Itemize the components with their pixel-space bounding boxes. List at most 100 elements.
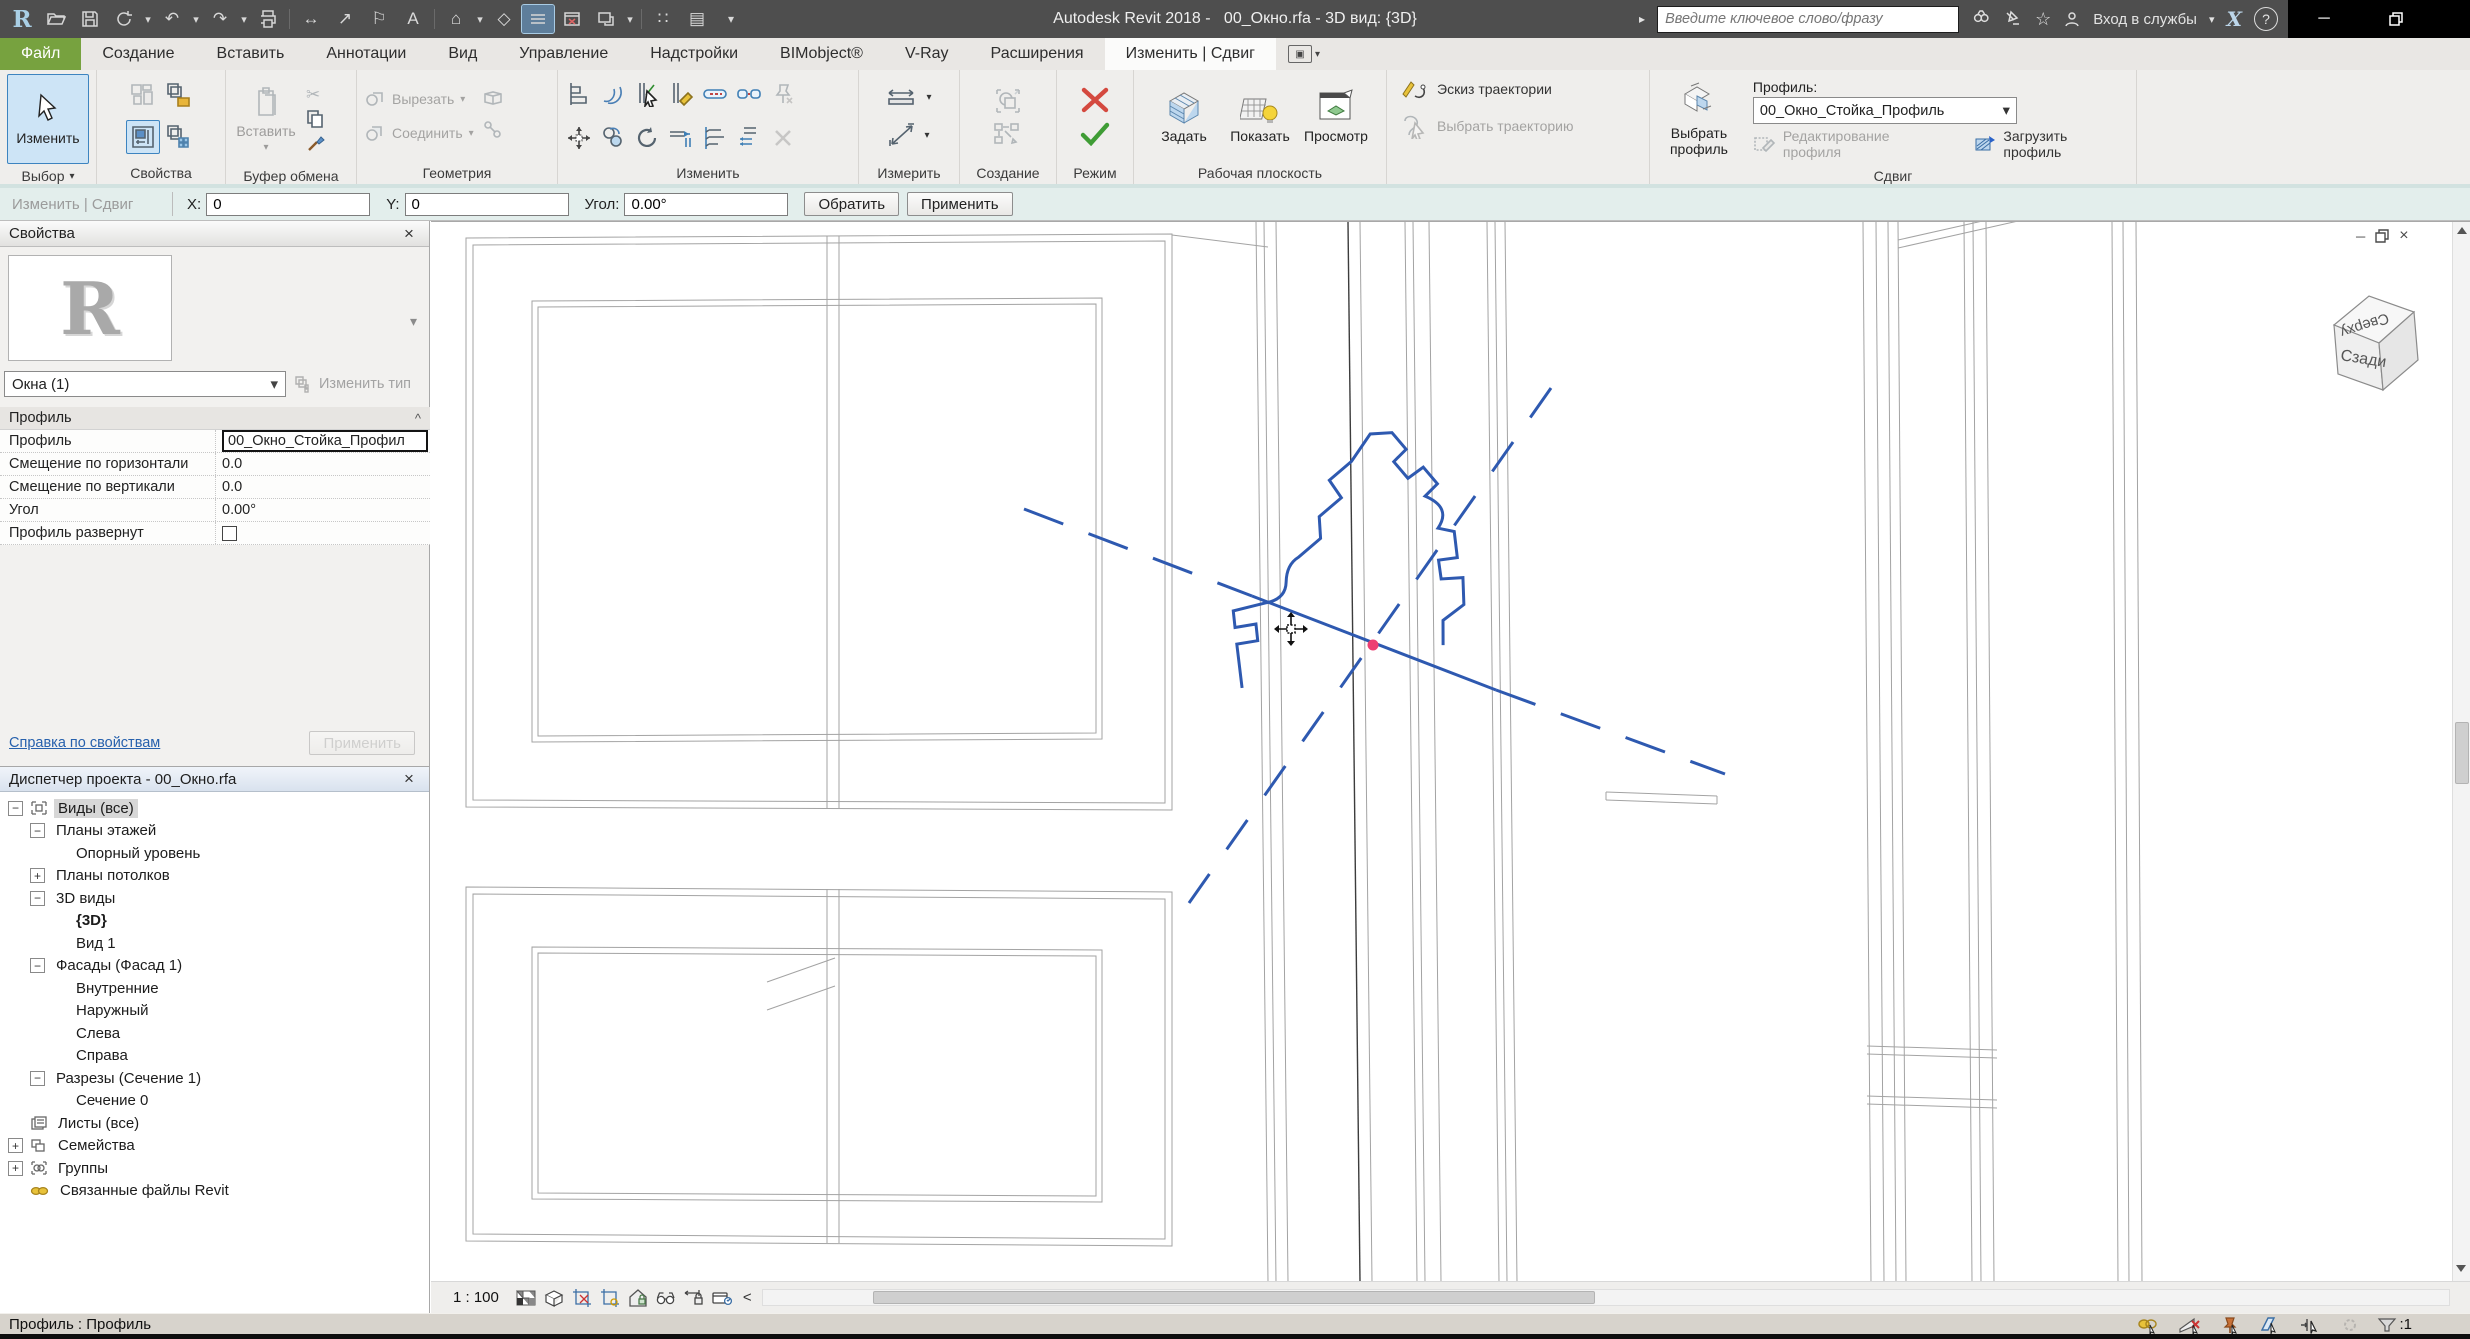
- tab-vray[interactable]: V-Ray: [884, 38, 970, 70]
- modify-button[interactable]: Изменить: [7, 74, 89, 164]
- tree-item-3d[interactable]: {3D}: [0, 910, 429, 933]
- type-preview[interactable]: R: [8, 255, 172, 361]
- horizontal-scrollbar[interactable]: [762, 1289, 2450, 1306]
- tree-item-section0[interactable]: Сечение 0: [0, 1090, 429, 1113]
- tree-item-views[interactable]: − Виды (все): [0, 797, 429, 820]
- trim-extend-single-icon[interactable]: [668, 125, 694, 151]
- print-icon[interactable]: [252, 5, 284, 33]
- tree-item-revit-links[interactable]: Связанные файлы Revit: [0, 1180, 429, 1203]
- align-icon[interactable]: [566, 81, 592, 107]
- restore-button[interactable]: [2360, 0, 2432, 38]
- y-input[interactable]: [405, 193, 569, 216]
- communication-center-icon[interactable]: [2003, 9, 2023, 29]
- tab-bimobject[interactable]: BIMobject®: [759, 38, 884, 70]
- ribbon-display-toggle[interactable]: ▣ ▾: [1288, 38, 1320, 70]
- tile-windows-icon[interactable]: ▤: [681, 5, 713, 33]
- tab-modify-sweep[interactable]: Изменить | Сдвиг: [1105, 38, 1276, 70]
- search-icon[interactable]: [1971, 9, 1991, 29]
- tree-item-elevations[interactable]: − Фасады (Фасад 1): [0, 955, 429, 978]
- property-row[interactable]: Смещение по вертикали 0.0: [0, 476, 430, 499]
- select-links-icon[interactable]: [2137, 1316, 2161, 1334]
- switch-windows-icon[interactable]: [590, 5, 622, 33]
- lock-view-icon[interactable]: [627, 1287, 649, 1309]
- signin-dropdown-icon[interactable]: ▾: [2209, 13, 2215, 26]
- trim-extend-corner-icon[interactable]: [634, 81, 660, 107]
- view-minimize-icon[interactable]: ─: [2356, 229, 2365, 244]
- tree-expand-icon[interactable]: +: [8, 1138, 23, 1153]
- visual-style-icon[interactable]: [515, 1287, 537, 1309]
- tab-file[interactable]: Файл: [0, 38, 81, 70]
- sync-icon[interactable]: [108, 5, 140, 33]
- browser-close-icon[interactable]: ×: [398, 769, 420, 789]
- load-profile-button[interactable]: Загрузить профиль: [1973, 129, 2129, 159]
- workplane-viewer-button[interactable]: Просмотр: [1299, 89, 1373, 144]
- properties-close-icon[interactable]: ×: [398, 224, 420, 244]
- scroll-up-icon[interactable]: [2457, 227, 2467, 234]
- tab-create[interactable]: Создание: [81, 38, 195, 70]
- minimize-button[interactable]: ─: [2288, 0, 2360, 38]
- thin-lines-icon[interactable]: [522, 5, 554, 33]
- flip-button[interactable]: Обратить: [804, 192, 899, 216]
- view-close-icon[interactable]: ×: [2399, 227, 2408, 245]
- tab-addins[interactable]: Надстройки: [629, 38, 759, 70]
- section-collapse-icon[interactable]: ^: [415, 411, 421, 426]
- property-row[interactable]: Смещение по горизонтали 0.0: [0, 453, 430, 476]
- model-wireframe[interactable]: Сверху Сзади: [431, 222, 2470, 1282]
- element-filter-dropdown-icon[interactable]: ▾: [270, 375, 278, 393]
- tree-item-right[interactable]: Справа: [0, 1045, 429, 1068]
- tree-item-floorplans[interactable]: − Планы этажей: [0, 820, 429, 843]
- revit-logo[interactable]: R: [6, 5, 38, 33]
- family-types-icon[interactable]: [127, 79, 159, 111]
- undo-icon[interactable]: ↶: [156, 5, 188, 33]
- tree-item-view1[interactable]: Вид 1: [0, 932, 429, 955]
- cut-icon[interactable]: ✂: [306, 85, 326, 105]
- viewcube[interactable]: Сверху Сзади: [2334, 296, 2418, 390]
- signin-label[interactable]: Вход в службы: [2093, 11, 2197, 28]
- sync-dropdown-icon[interactable]: ▾: [142, 5, 154, 33]
- offset-icon[interactable]: [600, 81, 626, 107]
- select-profile-button[interactable]: Выбрать профиль: [1657, 74, 1741, 164]
- show-crop-icon[interactable]: [599, 1287, 621, 1309]
- view-scale[interactable]: 1 : 100: [453, 1289, 499, 1306]
- paste-button[interactable]: Вставить ▾: [233, 74, 299, 164]
- element-filter-dropdown[interactable]: Окна (1) ▾: [4, 371, 286, 397]
- apply-options-button[interactable]: Применить: [907, 192, 1013, 216]
- open-icon[interactable]: [40, 5, 72, 33]
- tree-expand-icon[interactable]: +: [30, 868, 45, 883]
- cut-geometry-button[interactable]: Вырезать ▾: [364, 84, 474, 114]
- tree-collapse-icon[interactable]: −: [30, 891, 45, 906]
- edit-profile-button[interactable]: Редактирование профиля: [1753, 129, 1952, 159]
- section-profile[interactable]: Профиль ^: [0, 407, 430, 430]
- unjoin-icon[interactable]: [481, 118, 505, 142]
- tree-item-exterior[interactable]: Наружный: [0, 1000, 429, 1023]
- drag-on-selection-icon[interactable]: [2299, 1316, 2323, 1334]
- transfer-standards-icon[interactable]: [163, 79, 195, 111]
- ribbon-cycle-dropdown-icon[interactable]: ▾: [1315, 49, 1320, 60]
- properties-header[interactable]: Свойства ×: [0, 221, 429, 247]
- switch-windows-dropdown-icon[interactable]: ▾: [624, 5, 636, 33]
- worksharing-display-icon[interactable]: [711, 1287, 733, 1309]
- section-icon[interactable]: ◇: [488, 5, 520, 33]
- vertical-scroll-thumb[interactable]: [2455, 722, 2469, 784]
- profile-dropdown-icon[interactable]: ▾: [2003, 103, 2010, 119]
- type-properties-icon[interactable]: [163, 121, 195, 153]
- edit-type-button[interactable]: Изменить тип: [294, 375, 411, 393]
- properties-help-link[interactable]: Справка по свойствам: [9, 735, 160, 751]
- property-row[interactable]: Профиль 00_Окно_Стойка_Профил: [0, 430, 430, 453]
- select-by-face-icon[interactable]: [2258, 1316, 2282, 1334]
- show-workplane-button[interactable]: Показать: [1223, 89, 1297, 144]
- join-geometry-dropdown-icon[interactable]: ▾: [469, 128, 474, 139]
- move-icon[interactable]: [566, 125, 592, 151]
- path-origin-point[interactable]: [1368, 640, 1379, 651]
- profile-value-field[interactable]: 00_Окно_Стойка_Профил: [222, 430, 428, 452]
- create-similar-icon[interactable]: [993, 122, 1023, 146]
- tree-collapse-icon[interactable]: −: [8, 801, 23, 816]
- favorites-icon[interactable]: ☆: [2035, 9, 2051, 30]
- tree-item-sections[interactable]: − Разрезы (Сечение 1): [0, 1067, 429, 1090]
- sketch-path-button[interactable]: Эскиз траектории: [1401, 74, 1552, 104]
- join-geometry-button[interactable]: Соединить ▾: [364, 118, 474, 148]
- tab-extensions[interactable]: Расширения: [970, 38, 1105, 70]
- text-icon[interactable]: A: [397, 5, 429, 33]
- profile-dropdown[interactable]: 00_Окно_Стойка_Профиль ▾: [1753, 97, 2017, 124]
- ribbon-cycle-icon[interactable]: ▣: [1288, 45, 1312, 63]
